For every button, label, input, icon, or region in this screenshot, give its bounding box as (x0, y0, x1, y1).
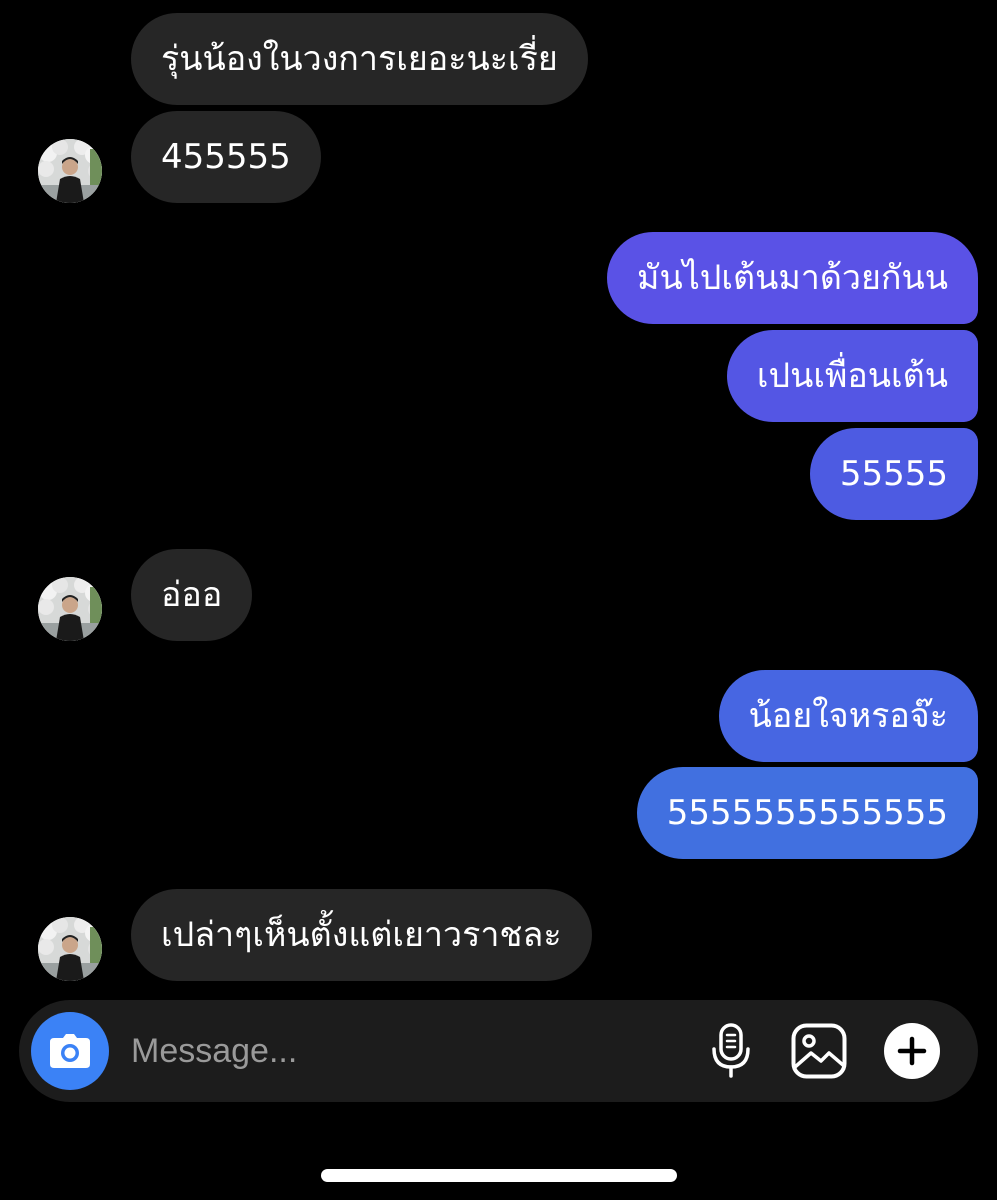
incoming-message-bubble[interactable]: เปล่าๆเห็นตั้งแต่เยาวราชละ (131, 889, 592, 981)
message-input[interactable] (131, 1025, 651, 1077)
avatar-photo-icon (38, 577, 102, 641)
gallery-icon (791, 1023, 847, 1079)
camera-button[interactable] (31, 1012, 109, 1090)
avatar[interactable] (38, 577, 102, 641)
outgoing-message-bubble[interactable]: 55555 (809, 428, 978, 520)
incoming-message-bubble[interactable]: 455555 (131, 111, 321, 203)
avatar[interactable] (38, 917, 102, 981)
gallery-button[interactable] (790, 1022, 848, 1080)
outgoing-message-bubble[interactable]: 5555555555555 (636, 767, 978, 859)
avatar-photo-icon (38, 917, 102, 981)
outgoing-message-bubble[interactable]: น้อยใจหรอจ๊ะ (718, 670, 978, 762)
message-text: อ่ออ (161, 575, 223, 615)
outgoing-message-bubble[interactable]: มันไปเต้นมาด้วยกันน (607, 232, 978, 324)
message-text: รุ่นน้องในวงการเยอะนะเรี่ย (161, 39, 558, 79)
message-text: น้อยใจหรอจ๊ะ (748, 696, 948, 736)
message-text: เปนเพื่อนเต้น (756, 356, 948, 396)
add-attachment-button[interactable] (883, 1022, 941, 1080)
avatar-photo-icon (38, 139, 102, 203)
message-text: เปล่าๆเห็นตั้งแต่เยาวราชละ (161, 915, 562, 955)
camera-icon (50, 1034, 90, 1068)
message-text: 55555 (839, 454, 948, 494)
message-composer (19, 1000, 978, 1102)
incoming-message-bubble[interactable]: อ่ออ (131, 549, 253, 641)
home-indicator (321, 1169, 677, 1182)
message-text: 455555 (161, 137, 291, 177)
message-text: มันไปเต้นมาด้วยกันน (637, 258, 948, 298)
plus-icon (884, 1023, 940, 1079)
avatar[interactable] (38, 139, 102, 203)
incoming-message-bubble[interactable]: รุ่นน้องในวงการเยอะนะเรี่ย (131, 13, 588, 105)
voice-message-button[interactable] (702, 1022, 760, 1080)
microphone-icon (712, 1023, 750, 1078)
outgoing-message-bubble[interactable]: เปนเพื่อนเต้น (726, 330, 978, 422)
message-text: 5555555555555 (666, 793, 948, 833)
